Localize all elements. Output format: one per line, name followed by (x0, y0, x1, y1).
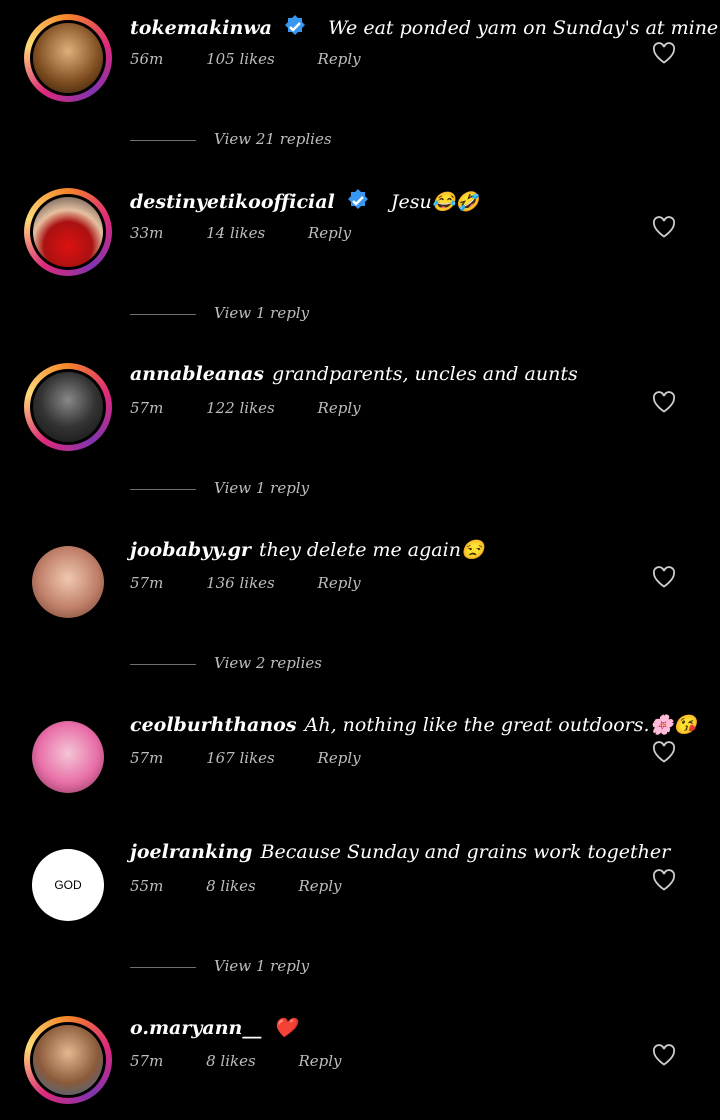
avatar[interactable] (24, 188, 112, 276)
comment-text: grandparents, uncles and aunts (272, 363, 578, 385)
comment-time: 33m (130, 224, 164, 242)
heart-icon[interactable] (652, 566, 676, 588)
comment-item: ceolburhthanos Ah, nothing like the grea… (0, 713, 720, 813)
avatar[interactable] (24, 1016, 112, 1104)
comment-text: they delete me again😒 (258, 539, 485, 561)
comment-item: tokemakinwa We eat ponded yam on Sunday'… (0, 14, 720, 114)
username[interactable]: joobabyy.gr (130, 539, 251, 561)
like-count[interactable]: 136 likes (206, 574, 275, 592)
heart-icon[interactable] (652, 1044, 676, 1066)
view-replies-label[interactable]: View 21 replies (214, 130, 332, 148)
comment-text: Jesu😂🤣 (390, 191, 480, 213)
like-count[interactable]: 105 likes (206, 50, 275, 68)
divider (130, 140, 196, 141)
comment-text: ❤️ (273, 1017, 298, 1039)
divider (130, 489, 196, 490)
reply-button[interactable]: Reply (318, 399, 361, 417)
comment-time: 56m (130, 50, 164, 68)
view-replies-label[interactable]: View 1 reply (214, 957, 309, 975)
reply-button[interactable]: Reply (308, 224, 351, 242)
comment-text: Because Sunday and grains work together (260, 841, 671, 863)
username[interactable]: destinyetikoofficial (130, 191, 335, 213)
comment-time: 57m (130, 574, 164, 592)
heart-icon[interactable] (652, 741, 676, 763)
divider (130, 967, 196, 968)
avatar[interactable] (32, 721, 104, 793)
reply-button[interactable]: Reply (318, 749, 361, 767)
comment-item: annableanas grandparents, uncles and aun… (0, 363, 720, 463)
verified-badge-icon (285, 15, 306, 35)
comment-item: joobabyy.gr they delete me again😒 57m 13… (0, 538, 720, 638)
view-replies-label[interactable]: View 1 reply (214, 304, 309, 322)
like-count[interactable]: 167 likes (206, 749, 275, 767)
avatar[interactable] (32, 546, 104, 618)
view-replies[interactable]: View 1 reply (130, 479, 390, 499)
heart-icon[interactable] (652, 42, 676, 64)
reply-button[interactable]: Reply (318, 50, 361, 68)
username[interactable]: annableanas (130, 363, 264, 385)
like-count[interactable]: 8 likes (206, 1052, 256, 1070)
avatar[interactable] (24, 14, 112, 102)
view-replies-label[interactable]: View 2 replies (214, 654, 322, 672)
verified-badge-icon (347, 189, 368, 209)
username[interactable]: ceolburhthanos (130, 714, 297, 736)
view-replies-label[interactable]: View 1 reply (214, 479, 309, 497)
divider (130, 314, 196, 315)
view-replies[interactable]: View 1 reply (130, 304, 390, 324)
avatar-text: GOD (54, 878, 82, 892)
like-count[interactable]: 122 likes (206, 399, 275, 417)
comment-time: 57m (130, 749, 164, 767)
comment-text: Ah, nothing like the great outdoors.🌸😘 (304, 714, 697, 736)
comment-item: GOD joelranking Because Sunday and grain… (0, 841, 720, 941)
comment-item: destinyetikoofficial Jesu😂🤣 33m 14 likes… (0, 188, 720, 288)
like-count[interactable]: 14 likes (206, 224, 265, 242)
comment-time: 57m (130, 399, 164, 417)
avatar[interactable]: GOD (32, 849, 104, 921)
reply-button[interactable]: Reply (298, 1052, 341, 1070)
reply-button[interactable]: Reply (298, 877, 341, 895)
divider (130, 664, 196, 665)
heart-icon[interactable] (652, 869, 676, 891)
heart-icon[interactable] (652, 216, 676, 238)
comment-item: o.maryann__ ❤️ 57m 8 likes Reply (0, 1016, 720, 1116)
username[interactable]: o.maryann__ (130, 1017, 261, 1039)
avatar[interactable] (24, 363, 112, 451)
view-replies[interactable]: View 21 replies (130, 130, 390, 150)
like-count[interactable]: 8 likes (206, 877, 256, 895)
heart-icon[interactable] (652, 391, 676, 413)
reply-button[interactable]: Reply (318, 574, 361, 592)
comment-time: 57m (130, 1052, 164, 1070)
username[interactable]: tokemakinwa (130, 17, 272, 39)
view-replies[interactable]: View 2 replies (130, 654, 390, 674)
view-replies[interactable]: View 1 reply (130, 957, 390, 977)
comment-text: We eat ponded yam on Sunday's at mine (328, 17, 719, 39)
username[interactable]: joelranking (130, 841, 252, 863)
comment-time: 55m (130, 877, 164, 895)
